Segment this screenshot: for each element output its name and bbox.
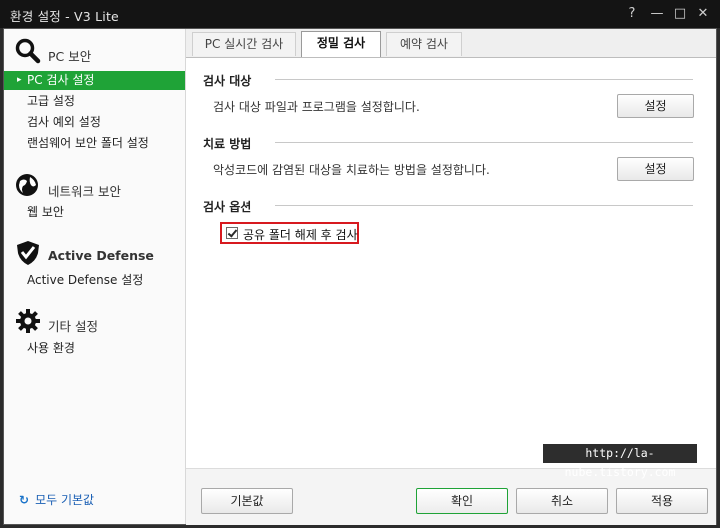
section-active-defense: Active Defense xyxy=(14,239,184,269)
title-bar: 환경 설정 - V3 Lite ? — □ ✕ xyxy=(0,0,720,28)
highlight-box: 공유 폴더 해제 후 검사 xyxy=(220,222,359,244)
watermark: http://la-nube.tistory.com xyxy=(543,444,697,479)
group-title-scan-target: 검사 대상 xyxy=(203,74,252,88)
sidebar: PC 보안 ▸ PC 검사 설정 고급 설정 검사 예외 설정 랜섬웨어 보안 … xyxy=(4,29,186,524)
section-label: Active Defense xyxy=(48,248,154,263)
sidebar-item-label: 랜섬웨어 보안 폴더 설정 xyxy=(27,136,149,150)
help-button[interactable]: ? xyxy=(622,4,642,24)
shared-folder-checkbox[interactable] xyxy=(226,227,238,239)
sidebar-item-scan-exclusions[interactable]: 검사 예외 설정 xyxy=(4,113,185,132)
section-network-security: 네트워크 보안 xyxy=(14,172,184,202)
reset-icon: ↻ xyxy=(19,493,30,507)
minimize-button[interactable]: — xyxy=(647,4,667,24)
gear-icon xyxy=(14,307,42,335)
close-button[interactable]: ✕ xyxy=(693,4,713,24)
sidebar-item-label: PC 검사 설정 xyxy=(27,73,95,87)
sidebar-item-label: 웹 보안 xyxy=(27,205,64,219)
scan-target-settings-button[interactable]: 설정 xyxy=(617,94,694,118)
sidebar-item-pc-scan-settings[interactable]: ▸ PC 검사 설정 xyxy=(4,71,185,90)
apply-button[interactable]: 적용 xyxy=(616,488,708,514)
group-title-scan-options: 검사 옵션 xyxy=(203,200,252,214)
divider xyxy=(275,205,693,206)
treatment-settings-button[interactable]: 설정 xyxy=(617,157,694,181)
tab-precision-scan[interactable]: 정밀 검사 xyxy=(301,31,381,57)
magnifier-icon xyxy=(14,37,42,65)
divider xyxy=(275,79,693,80)
scan-target-description: 검사 대상 파일과 프로그램을 설정합니다. xyxy=(213,100,420,114)
group-title-treatment: 치료 방법 xyxy=(203,137,252,151)
globe-icon xyxy=(14,172,42,200)
reset-all-label: 모두 기본값 xyxy=(35,493,95,507)
tab-scheduled-scan[interactable]: 예약 검사 xyxy=(386,32,462,56)
sidebar-item-ransomware-folder[interactable]: 랜섬웨어 보안 폴더 설정 xyxy=(4,134,185,153)
caret-right-icon: ▸ xyxy=(17,75,22,85)
tab-strip: PC 실시간 검사 정밀 검사 예약 검사 xyxy=(186,29,716,58)
sidebar-item-web-security[interactable]: 웹 보안 xyxy=(4,203,185,222)
shield-check-icon xyxy=(14,239,42,267)
section-label: 네트워크 보안 xyxy=(48,184,121,199)
shared-folder-option-label[interactable]: 공유 폴더 해제 후 검사 xyxy=(243,226,358,243)
sidebar-item-advanced-settings[interactable]: 고급 설정 xyxy=(4,92,185,111)
sidebar-item-label: Active Defense 설정 xyxy=(27,273,144,287)
tab-realtime-scan[interactable]: PC 실시간 검사 xyxy=(192,32,296,56)
treatment-description: 악성코드에 감염된 대상을 치료하는 방법을 설정합니다. xyxy=(213,163,490,177)
maximize-button[interactable]: □ xyxy=(670,4,690,24)
sidebar-item-environment[interactable]: 사용 환경 xyxy=(4,339,185,358)
sidebar-item-label: 검사 예외 설정 xyxy=(27,115,101,129)
section-label: PC 보안 xyxy=(48,49,92,64)
section-other-settings: 기타 설정 xyxy=(14,307,184,337)
divider xyxy=(275,142,693,143)
window-title: 환경 설정 - V3 Lite xyxy=(10,9,119,24)
default-button[interactable]: 기본값 xyxy=(201,488,293,514)
sidebar-item-label: 사용 환경 xyxy=(27,341,75,355)
sidebar-item-active-defense-settings[interactable]: Active Defense 설정 xyxy=(4,271,185,290)
sidebar-item-label: 고급 설정 xyxy=(27,94,75,108)
ok-button[interactable]: 확인 xyxy=(416,488,508,514)
reset-all-link[interactable]: ↻ 모두 기본값 xyxy=(19,491,94,508)
section-pc-security: PC 보안 xyxy=(14,37,184,67)
section-label: 기타 설정 xyxy=(48,319,98,334)
cancel-button[interactable]: 취소 xyxy=(516,488,608,514)
